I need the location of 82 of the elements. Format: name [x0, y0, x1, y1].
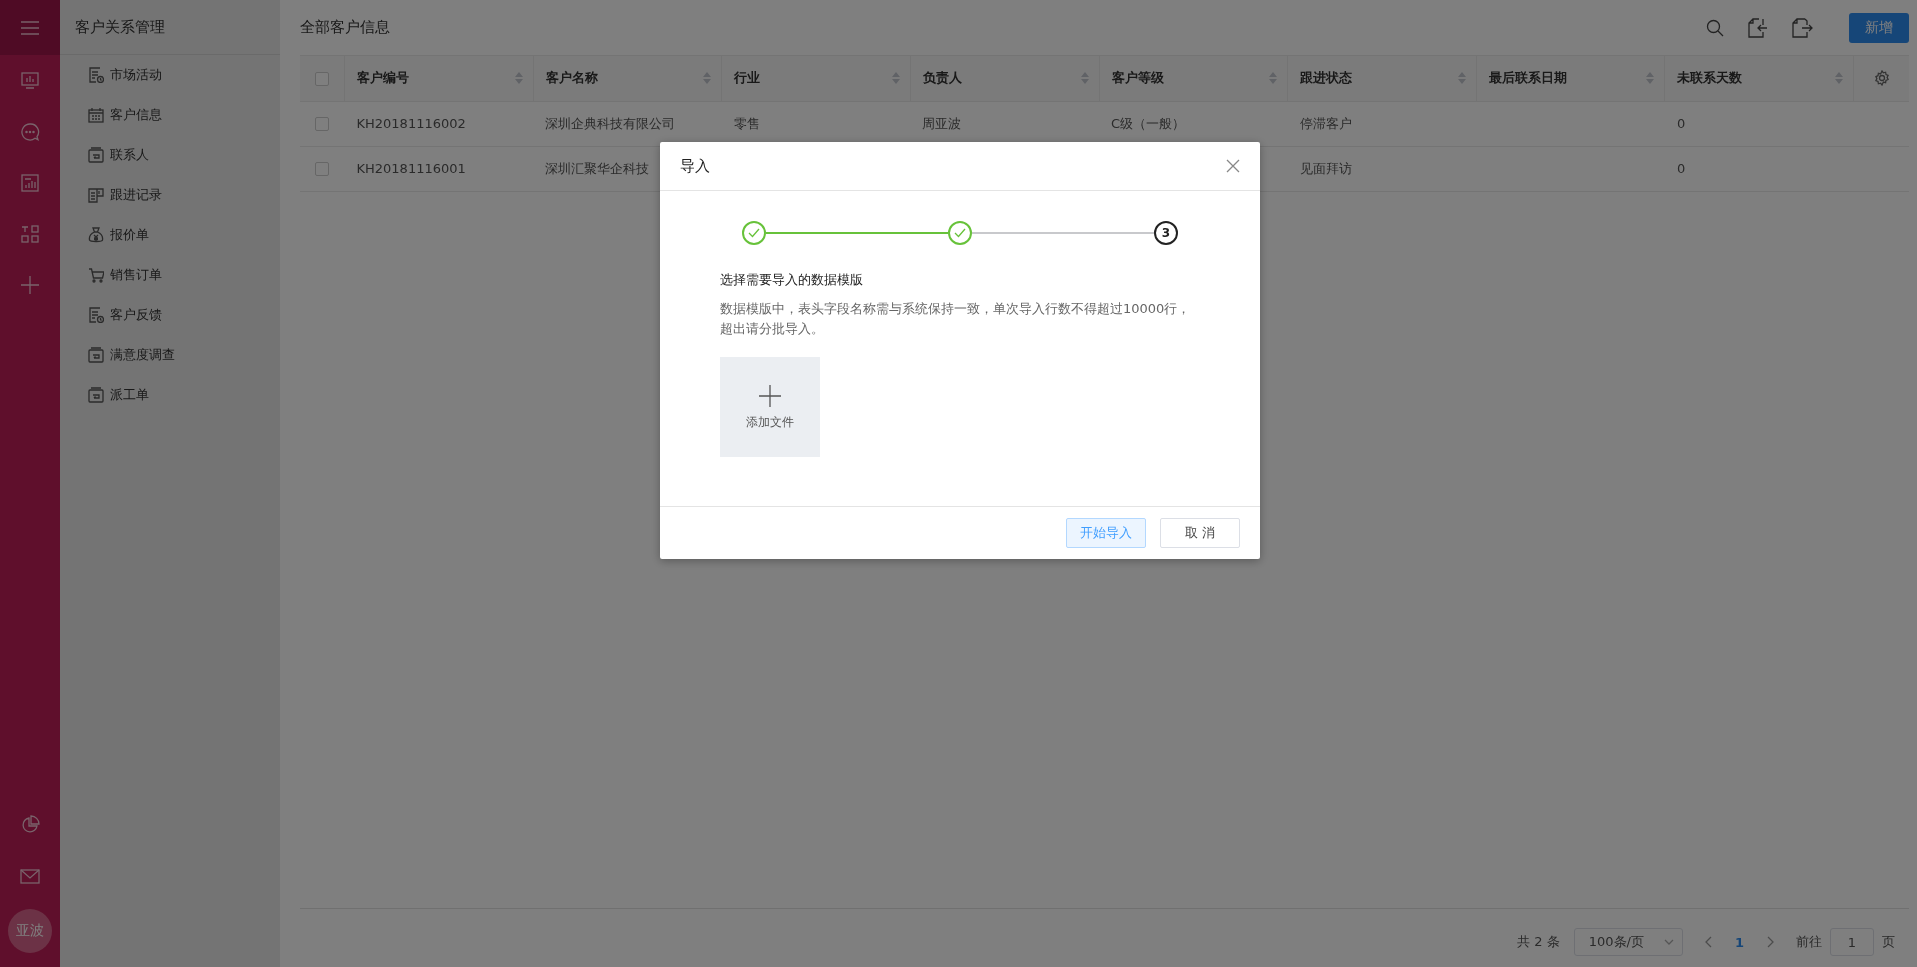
sort-icon[interactable] — [1080, 72, 1089, 85]
table-cell: 周亚波 — [922, 115, 962, 131]
nav-item[interactable]: 联系人 — [60, 135, 280, 175]
goto-label: 前往 — [1796, 933, 1822, 951]
sort-icon[interactable] — [1269, 72, 1278, 85]
nav-item[interactable]: 客户反馈 — [60, 295, 280, 335]
nav-item[interactable]: 销售订单 — [60, 255, 280, 295]
user-avatar[interactable]: 亚波 — [8, 909, 52, 953]
dialog-title: 导入 — [680, 156, 710, 176]
column-header: 客户编号 — [357, 69, 409, 88]
plus-icon — [758, 383, 782, 408]
page-number[interactable]: 1 — [1734, 934, 1744, 950]
grid-apps-icon[interactable] — [20, 223, 40, 244]
table-cell: 0 — [1676, 116, 1686, 131]
pie-chart-icon[interactable] — [20, 814, 40, 835]
table-cell: 见面拜访 — [1299, 160, 1352, 176]
new-button[interactable]: 新增 — [1849, 12, 1909, 43]
column-header: 跟进状态 — [1300, 69, 1353, 88]
nav-item[interactable]: 派工单 — [60, 375, 280, 415]
start-import-button[interactable]: 开始导入 — [1066, 518, 1146, 548]
column-header: 负责人 — [922, 69, 962, 88]
search-icon[interactable] — [1705, 17, 1725, 38]
board-icon — [88, 187, 104, 203]
table-cell: 深圳汇聚华企科技 — [545, 160, 650, 176]
cancel-button[interactable]: 取 消 — [1160, 518, 1240, 548]
folder-icon — [88, 347, 104, 363]
instruction-heading: 选择需要导入的数据模版 — [720, 271, 864, 289]
checkbox[interactable] — [315, 72, 329, 86]
folder-icon — [88, 387, 104, 403]
document-icon — [88, 307, 104, 323]
instruction-text: 数据模版中，表头字段名称需与系统保持一致，单次导入行数不得超过10000行，超出请分批导入。 — [720, 300, 1192, 338]
step-indicator: 3 — [1154, 221, 1178, 245]
page-title: 全部客户信息 — [300, 18, 390, 37]
checkbox[interactable] — [315, 162, 330, 177]
sort-icon[interactable] — [514, 72, 523, 85]
settings-icon[interactable] — [1873, 70, 1890, 87]
chevron-down-icon — [1663, 939, 1674, 945]
page-suffix: 页 — [1882, 933, 1895, 951]
nav-item[interactable]: 市场活动 — [60, 55, 280, 95]
column-header: 客户等级 — [1111, 69, 1164, 88]
sort-icon[interactable] — [1646, 72, 1655, 85]
folder-icon — [88, 147, 104, 163]
nav-item[interactable]: 满意度调查 — [60, 335, 280, 375]
table-cell: KH20181116002 — [356, 116, 466, 131]
table-cell: 深圳企典科技有限公司 — [545, 115, 676, 131]
check-icon — [954, 228, 966, 238]
check-icon — [748, 228, 760, 238]
money-icon — [88, 227, 104, 243]
nav-item[interactable]: 报价单 — [60, 215, 280, 255]
nav-item[interactable]: 跟进记录 — [60, 175, 280, 215]
table-cell: 停滞客户 — [1299, 115, 1352, 131]
table-cell: 0 — [1676, 161, 1686, 176]
chevron-left-icon[interactable] — [1704, 936, 1713, 948]
total-count: 共 2 条 — [1517, 933, 1560, 951]
checkbox[interactable] — [315, 117, 330, 132]
column-header: 客户名称 — [545, 69, 598, 88]
column-header: 未联系天数 — [1677, 69, 1743, 88]
chat-bubble-icon[interactable] — [20, 121, 40, 142]
table-cell: 零售 — [733, 115, 760, 131]
sort-icon[interactable] — [1457, 72, 1466, 85]
file-import-icon[interactable] — [1747, 16, 1769, 39]
cart-icon — [88, 267, 104, 283]
sort-icon[interactable] — [1835, 72, 1843, 85]
page-size-select[interactable]: 100条/页 — [1573, 928, 1683, 956]
file-export-icon[interactable] — [1791, 16, 1813, 39]
column-header: 最后联系日期 — [1488, 69, 1567, 88]
nav-item[interactable]: 客户信息 — [60, 95, 280, 135]
document-icon — [88, 67, 104, 83]
menu-icon[interactable] — [20, 19, 40, 36]
close-icon[interactable] — [1226, 159, 1240, 173]
sort-icon[interactable] — [703, 72, 712, 85]
column-header: 行业 — [734, 69, 761, 88]
calendar-icon — [88, 107, 104, 123]
monitor-chart-icon[interactable] — [20, 70, 40, 91]
app-title: 客户关系管理 — [60, 0, 280, 55]
plus-icon[interactable] — [20, 274, 40, 295]
page-input[interactable]: 1 — [1830, 928, 1874, 956]
report-chart-icon[interactable] — [20, 172, 40, 193]
table-cell: KH20181116001 — [356, 161, 466, 176]
sort-icon[interactable] — [891, 72, 900, 85]
add-file-button[interactable]: 添加文件 — [720, 357, 820, 457]
chevron-right-icon[interactable] — [1766, 936, 1774, 948]
